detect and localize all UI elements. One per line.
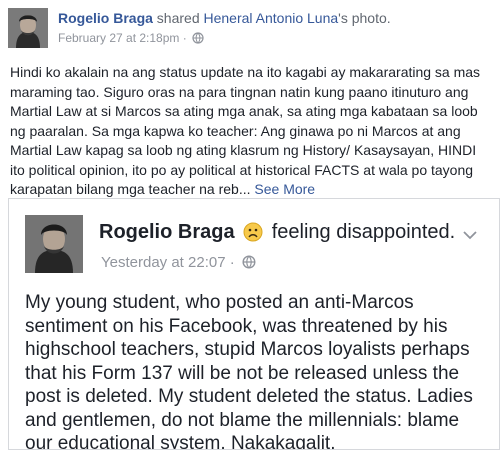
shared-timestamp: Yesterday at 22:07	[101, 254, 226, 271]
shared-avatar	[25, 215, 83, 273]
globe-icon	[242, 255, 256, 273]
see-more-link[interactable]: See More	[254, 181, 315, 197]
facebook-post: Rogelio Braga shared Heneral Antonio Lun…	[0, 0, 504, 453]
post-header: Rogelio Braga shared Heneral Antonio Lun…	[58, 10, 391, 26]
shared-header: Rogelio Braga feeling disappointed.	[99, 221, 455, 248]
post-meta: February 27 at 2:18pm ·	[58, 31, 204, 47]
shared-status-screenshot[interactable]: Rogelio Braga feeling disappointed. Yest…	[8, 198, 500, 450]
chevron-down-icon	[463, 227, 477, 245]
shared-status-text: My young student, who posted an anti-Mar…	[25, 292, 473, 450]
shared-author: Rogelio Braga	[99, 221, 235, 243]
disappointed-face-icon	[243, 222, 263, 248]
shared-meta-separator: ·	[229, 254, 235, 271]
post-body-text: Hindi ko akalain na ang status update na…	[10, 64, 481, 197]
author-link[interactable]: Rogelio Braga	[58, 10, 153, 26]
photo-link[interactable]: 's photo.	[338, 10, 391, 26]
globe-icon[interactable]	[192, 32, 204, 47]
meta-separator: ·	[182, 31, 187, 45]
action-text: shared	[156, 10, 200, 26]
feeling-text: feeling disappointed.	[271, 221, 456, 243]
timestamp-link[interactable]: February 27 at 2:18pm	[58, 31, 179, 45]
post-body: Hindi ko akalain na ang status update na…	[10, 63, 494, 200]
avatar[interactable]	[8, 8, 48, 48]
shared-meta: Yesterday at 22:07 ·	[101, 254, 256, 273]
page-link[interactable]: Heneral Antonio Luna	[204, 10, 339, 26]
